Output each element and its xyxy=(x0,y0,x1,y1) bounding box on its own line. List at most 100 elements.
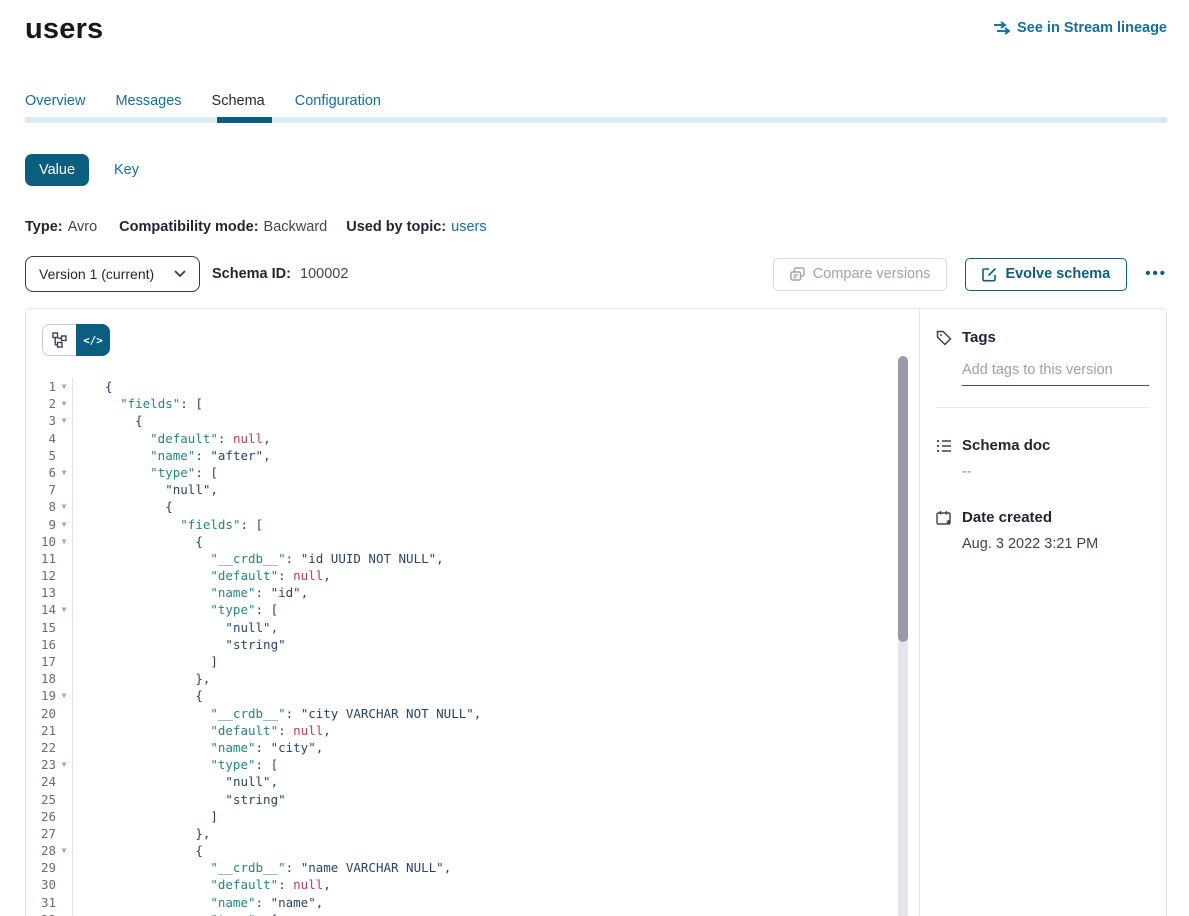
code-line: 24 "null", xyxy=(26,773,919,790)
fold-spacer xyxy=(56,808,73,825)
fold-spacer xyxy=(56,550,73,567)
code-text: "name": "id", xyxy=(73,584,308,601)
add-tags-input[interactable] xyxy=(962,362,1149,386)
fold-arrow-icon[interactable]: ▼ xyxy=(56,601,73,618)
stream-lineage-link[interactable]: See in Stream lineage xyxy=(993,20,1167,36)
code-text: "default": null, xyxy=(73,722,331,739)
more-options-button[interactable]: ••• xyxy=(1145,269,1167,279)
line-number: 30 xyxy=(26,876,56,893)
fold-spacer xyxy=(56,739,73,756)
line-number: 12 xyxy=(26,567,56,584)
code-view-button[interactable]: </> xyxy=(76,324,110,356)
fold-spacer xyxy=(56,430,73,447)
tags-title: Tags xyxy=(962,329,996,346)
code-text: "name": "name", xyxy=(73,894,323,911)
line-number: 4 xyxy=(26,430,56,447)
schema-doc-title: Schema doc xyxy=(962,437,1050,454)
fold-arrow-icon[interactable]: ▼ xyxy=(56,378,73,395)
version-controls: Version 1 (current) Schema ID: 100002 xyxy=(25,256,1167,292)
tree-view-button[interactable] xyxy=(42,324,76,356)
fold-arrow-icon[interactable]: ▼ xyxy=(56,756,73,773)
fold-arrow-icon[interactable]: ▼ xyxy=(56,498,73,515)
fold-spacer xyxy=(56,567,73,584)
code-text: "fields": [ xyxy=(73,395,203,412)
line-number: 11 xyxy=(26,550,56,567)
line-number: 5 xyxy=(26,447,56,464)
tab-configuration[interactable]: Configuration xyxy=(295,92,381,110)
fold-spacer xyxy=(56,705,73,722)
tab-messages[interactable]: Messages xyxy=(115,92,181,110)
compare-versions-label: Compare versions xyxy=(813,266,931,282)
fold-arrow-icon[interactable]: ▼ xyxy=(56,687,73,704)
code-line: 17 ] xyxy=(26,653,919,670)
value-toggle-button[interactable]: Value xyxy=(25,154,89,186)
code-line: 13 "name": "id", xyxy=(26,584,919,601)
code-text: "name": "after", xyxy=(73,447,271,464)
fold-arrow-icon[interactable]: ▼ xyxy=(56,464,73,481)
code-lines: 1▼{2▼ "fields": [3▼ {4 "default": null,5… xyxy=(26,378,919,916)
code-text: "null", xyxy=(73,773,278,790)
fold-arrow-icon[interactable]: ▼ xyxy=(56,395,73,412)
code-text: "type": [ xyxy=(73,756,278,773)
line-number: 16 xyxy=(26,636,56,653)
fold-arrow-icon[interactable]: ▼ xyxy=(56,533,73,550)
compare-versions-button[interactable]: Compare versions xyxy=(773,258,948,291)
code-text: "__crdb__": "city VARCHAR NOT NULL", xyxy=(73,705,481,722)
code-text: "name": "city", xyxy=(73,739,323,756)
schema-doc-value: -- xyxy=(962,464,1149,480)
line-number: 24 xyxy=(26,773,56,790)
editor-scrollbar-thumb[interactable] xyxy=(898,356,908,642)
fold-spacer xyxy=(56,859,73,876)
editor-scrollbar-track[interactable] xyxy=(898,356,908,916)
code-text: { xyxy=(73,842,203,859)
code-line: 28▼ { xyxy=(26,842,919,859)
code-line: 18 }, xyxy=(26,670,919,687)
evolve-schema-label: Evolve schema xyxy=(1005,266,1110,282)
tag-icon xyxy=(936,330,952,346)
fold-arrow-icon[interactable]: ▼ xyxy=(56,516,73,533)
code-line: 27 }, xyxy=(26,825,919,842)
tab-overview[interactable]: Overview xyxy=(25,92,85,110)
fold-arrow-icon[interactable]: ▼ xyxy=(56,412,73,429)
compatibility-label: Compatibility mode: xyxy=(119,219,258,235)
code-text: "__crdb__": "name VARCHAR NULL", xyxy=(73,859,451,876)
code-line: 6▼ "type": [ xyxy=(26,464,919,481)
code-text: "type": [ xyxy=(73,911,278,916)
page-header: users See in Stream lineage xyxy=(25,12,1167,46)
date-created-value: Aug. 3 2022 3:21 PM xyxy=(962,536,1149,552)
code-editor[interactable]: 1▼{2▼ "fields": [3▼ {4 "default": null,5… xyxy=(26,378,919,916)
key-toggle-button[interactable]: Key xyxy=(114,162,139,178)
code-line: 31 "name": "name", xyxy=(26,894,919,911)
tab-schema[interactable]: Schema xyxy=(212,92,265,110)
code-line: 8▼ { xyxy=(26,498,919,515)
line-number: 18 xyxy=(26,670,56,687)
line-number: 3 xyxy=(26,412,56,429)
code-text: ] xyxy=(73,808,218,825)
stream-lineage-label: See in Stream lineage xyxy=(1017,20,1167,36)
sidebar-divider xyxy=(936,407,1149,408)
line-number: 7 xyxy=(26,481,56,498)
code-line: 2▼ "fields": [ xyxy=(26,395,919,412)
code-line: 3▼ { xyxy=(26,412,919,429)
code-text: { xyxy=(73,412,143,429)
fold-arrow-icon[interactable]: ▼ xyxy=(56,842,73,859)
code-line: 22 "name": "city", xyxy=(26,739,919,756)
tree-view-icon xyxy=(52,332,68,348)
code-line: 1▼{ xyxy=(26,378,919,395)
page-title: users xyxy=(25,12,103,46)
version-select[interactable]: Version 1 (current) xyxy=(25,256,200,292)
code-text: { xyxy=(73,498,173,515)
used-by-topic-label: Used by topic: xyxy=(346,219,446,235)
code-text: "null", xyxy=(73,619,278,636)
type-value: Avro xyxy=(68,219,98,235)
code-text: { xyxy=(73,533,203,550)
line-number: 15 xyxy=(26,619,56,636)
topic-link[interactable]: users xyxy=(451,219,486,235)
fold-arrow-icon[interactable]: ▼ xyxy=(56,911,73,916)
edit-icon xyxy=(982,267,997,282)
evolve-schema-button[interactable]: Evolve schema xyxy=(965,258,1127,291)
line-number: 27 xyxy=(26,825,56,842)
fold-spacer xyxy=(56,670,73,687)
schema-editor: </> 1▼{2▼ "fields": [3▼ {4 "default": nu… xyxy=(26,309,920,916)
line-number: 14 xyxy=(26,601,56,618)
